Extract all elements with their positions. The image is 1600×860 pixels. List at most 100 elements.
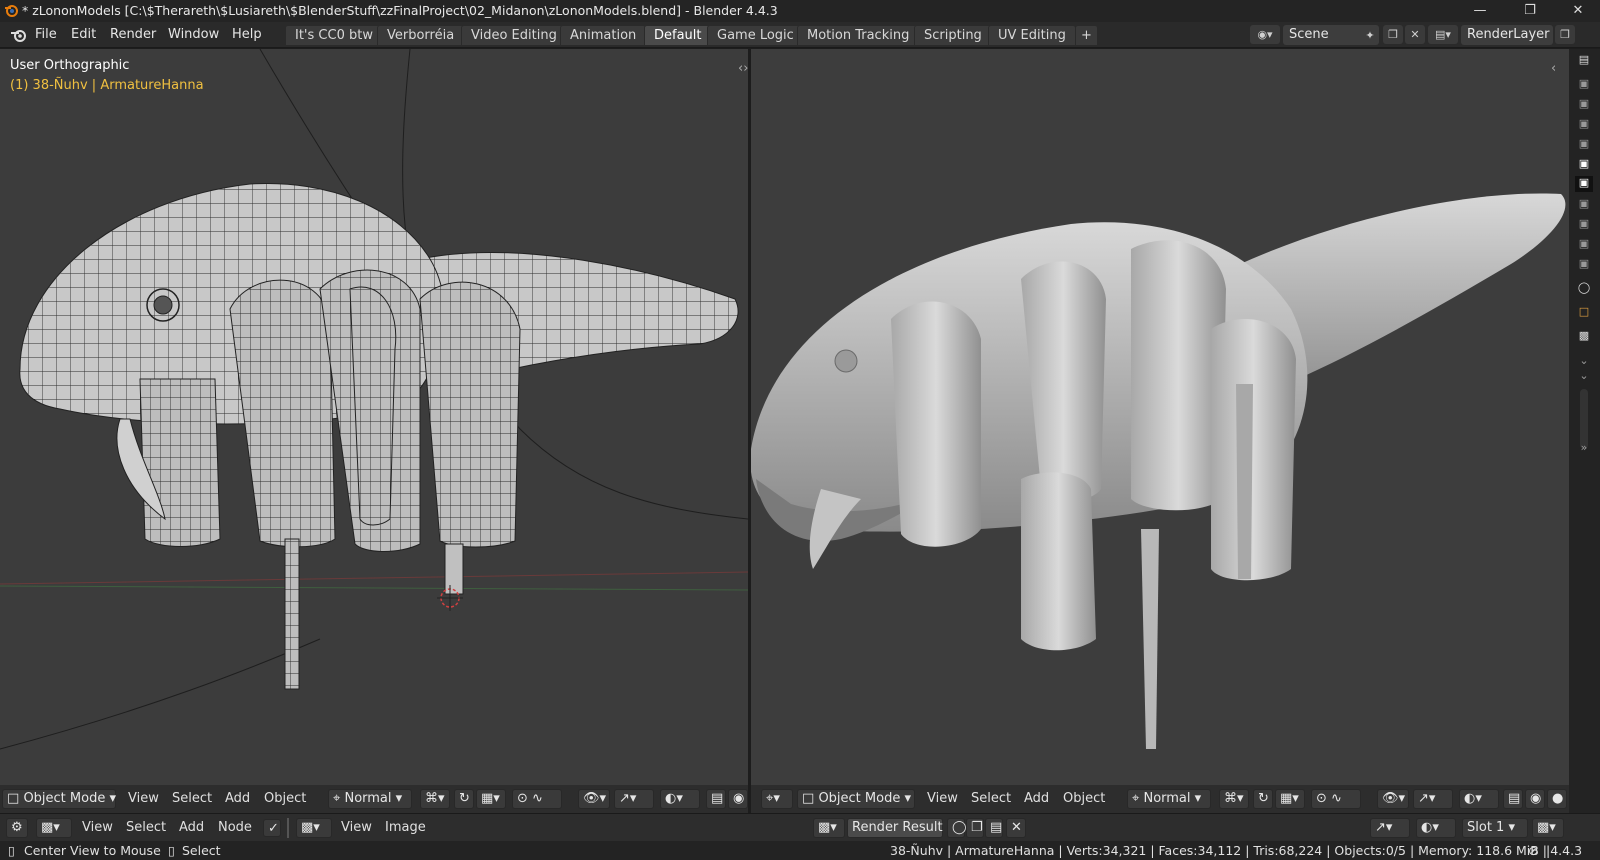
proportional-edit-icon-right[interactable]: ⊙ ∿ (1311, 789, 1361, 809)
render-camera-icon-9[interactable]: ▣ (1575, 257, 1593, 273)
image-browse-icon[interactable]: ▩▾ (813, 818, 845, 838)
snap-toggle-icon[interactable]: ↻ (454, 789, 474, 809)
render-camera-icon-active[interactable]: ▣ (1575, 176, 1593, 192)
proportional-edit-icon[interactable]: ⊙ ∿ (512, 789, 562, 809)
close-window-button[interactable]: ✕ (1558, 0, 1598, 22)
menu-file[interactable]: File (35, 27, 57, 42)
open-image-icon[interactable]: ▤ (985, 818, 1003, 838)
scene-selector-icon[interactable]: ◉▾ (1250, 25, 1280, 44)
tab-uv-editing[interactable]: UV Editing (988, 25, 1076, 46)
viewport-right[interactable]: ‹ (751, 49, 1569, 791)
pin-scene-icon[interactable]: ✦ (1362, 26, 1378, 45)
render-camera-icon-5[interactable]: ▣ (1575, 157, 1593, 173)
object-mode-dropdown-left[interactable]: □ Object Mode ▾ (2, 789, 116, 809)
image-menu-view[interactable]: View (341, 820, 372, 835)
menu-add-left[interactable]: Add (225, 791, 250, 806)
view-layer-name-field[interactable]: RenderLayer (1461, 25, 1553, 45)
gizmo-icon[interactable]: ↗▾ (614, 789, 654, 809)
gizmo-icon-right[interactable]: ↗▾ (1413, 789, 1453, 809)
xray-toggle-icon[interactable]: ▤ (706, 789, 726, 809)
sample-tool-icon[interactable]: ↗▾ (1370, 818, 1410, 838)
menu-view-left[interactable]: View (128, 791, 159, 806)
menu-help[interactable]: Help (232, 27, 262, 42)
outliner-icon[interactable]: ▤ (1575, 53, 1593, 69)
tab-its-cc0-btw[interactable]: It's CC0 btw (285, 25, 383, 46)
menu-object-left[interactable]: Object (264, 791, 306, 806)
visibility-icon[interactable]: 👁▾ (578, 789, 610, 809)
sidebar-toggle-icon[interactable]: ‹ (1551, 61, 1556, 76)
menu-add-right[interactable]: Add (1024, 791, 1049, 806)
pivot-point-icon-right[interactable]: ⌘▾ (1219, 789, 1249, 809)
image-name-field[interactable]: Render Result (847, 818, 943, 838)
add-workspace-button[interactable]: + (1075, 25, 1098, 46)
solid-shading-icon-right[interactable]: ● (1547, 789, 1567, 809)
render-camera-icon-1[interactable]: ▣ (1575, 77, 1593, 93)
snap-target-icon[interactable]: ▦▾ (476, 789, 506, 809)
tab-video-editing[interactable]: Video Editing (461, 25, 567, 46)
toggle-icon[interactable]: ◯ (1575, 281, 1593, 297)
object-mode-dropdown-right[interactable]: □ Object Mode ▾ (797, 789, 915, 809)
pivot-point-icon[interactable]: ⌘▾ (420, 789, 450, 809)
render-camera-icon-6[interactable]: ▣ (1575, 197, 1593, 213)
new-view-layer-icon[interactable]: ❐ (1555, 25, 1575, 44)
expand-icon[interactable]: » (1575, 441, 1593, 457)
visibility-icon-right[interactable]: 👁▾ (1377, 789, 1409, 809)
node-editor-type-icon[interactable]: ⚙ (6, 818, 28, 838)
node-menu-add[interactable]: Add (179, 820, 204, 835)
menu-render[interactable]: Render (110, 27, 156, 42)
snap-target-icon-right[interactable]: ▦▾ (1275, 789, 1305, 809)
blender-menu-icon[interactable] (10, 27, 28, 43)
use-nodes-checkbox[interactable]: ✓ (263, 819, 281, 837)
tab-game-logic[interactable]: Game Logic (707, 25, 804, 46)
collapse-icon[interactable]: ⌄ (1575, 354, 1593, 370)
slot-dropdown[interactable]: Slot 1 ▾ (1462, 818, 1528, 838)
image-menu-image[interactable]: Image (385, 820, 426, 835)
wireframe-shading-icon-right[interactable]: ◉ (1525, 789, 1545, 809)
unlink-image-icon[interactable]: ✕ (1006, 818, 1026, 838)
node-menu-select[interactable]: Select (126, 820, 166, 835)
transform-orientation-dropdown-right[interactable]: ⌖ Normal ▾ (1127, 789, 1211, 809)
tab-motion-tracking[interactable]: Motion Tracking (797, 25, 920, 46)
menu-view-right[interactable]: View (927, 791, 958, 806)
image-editor-type-icon[interactable]: ▩▾ (296, 818, 332, 838)
node-tree-type-icon[interactable]: ▩▾ (36, 818, 72, 838)
new-scene-icon[interactable]: ❐ (1383, 25, 1403, 44)
display-channels-icon[interactable]: ▩▾ (1532, 818, 1564, 838)
delete-scene-icon[interactable]: ✕ (1405, 25, 1425, 44)
menu-window[interactable]: Window (168, 27, 219, 42)
view-layer-icon[interactable]: ▤▾ (1428, 25, 1458, 44)
minimize-button[interactable]: — (1460, 0, 1500, 22)
render-camera-icon-4[interactable]: ▣ (1575, 137, 1593, 153)
node-menu-node[interactable]: Node (218, 820, 252, 835)
render-camera-icon-2[interactable]: ▣ (1575, 97, 1593, 113)
scrollbar[interactable] (1580, 389, 1588, 449)
area-split-arrows-icon[interactable]: ‹› (738, 61, 748, 76)
menu-select-right[interactable]: Select (971, 791, 1011, 806)
xray-toggle-icon-right[interactable]: ▤ (1503, 789, 1523, 809)
select-box-icon[interactable]: □ (1575, 305, 1593, 321)
wireframe-shading-icon[interactable]: ◉ (728, 789, 748, 809)
node-menu-view[interactable]: View (82, 820, 113, 835)
tab-default[interactable]: Default (644, 25, 712, 46)
fake-user-shield-icon[interactable]: ◯ (947, 818, 967, 838)
editor-type-icon-right[interactable]: ⌖▾ (761, 789, 793, 809)
snap-toggle-icon-right[interactable]: ↻ (1253, 789, 1273, 809)
render-camera-icon-3[interactable]: ▣ (1575, 117, 1593, 133)
image-icon[interactable]: ▩ (1575, 329, 1593, 345)
viewport-left[interactable]: User Orthographic (1) 38-Ñuhv | Armature… (0, 49, 748, 791)
overlays-icon[interactable]: ◐▾ (660, 789, 700, 809)
menu-object-right[interactable]: Object (1063, 791, 1105, 806)
tab-verborreia[interactable]: Verborréia (377, 25, 465, 46)
transform-orientation-dropdown-left[interactable]: ⌖ Normal ▾ (328, 789, 412, 809)
collapse-icon-2[interactable]: ⌄ (1575, 369, 1593, 385)
overlays-icon-right[interactable]: ◐▾ (1459, 789, 1499, 809)
menu-select-left[interactable]: Select (172, 791, 212, 806)
tab-scripting[interactable]: Scripting (914, 25, 992, 46)
render-camera-icon-7[interactable]: ▣ (1575, 217, 1593, 233)
new-image-icon[interactable]: ❐ (966, 818, 984, 838)
maximize-button[interactable]: ❐ (1510, 0, 1550, 22)
tab-animation[interactable]: Animation (560, 25, 647, 46)
image-overlays-icon[interactable]: ◐▾ (1416, 818, 1456, 838)
render-camera-icon-8[interactable]: ▣ (1575, 237, 1593, 253)
menu-edit[interactable]: Edit (71, 27, 96, 42)
